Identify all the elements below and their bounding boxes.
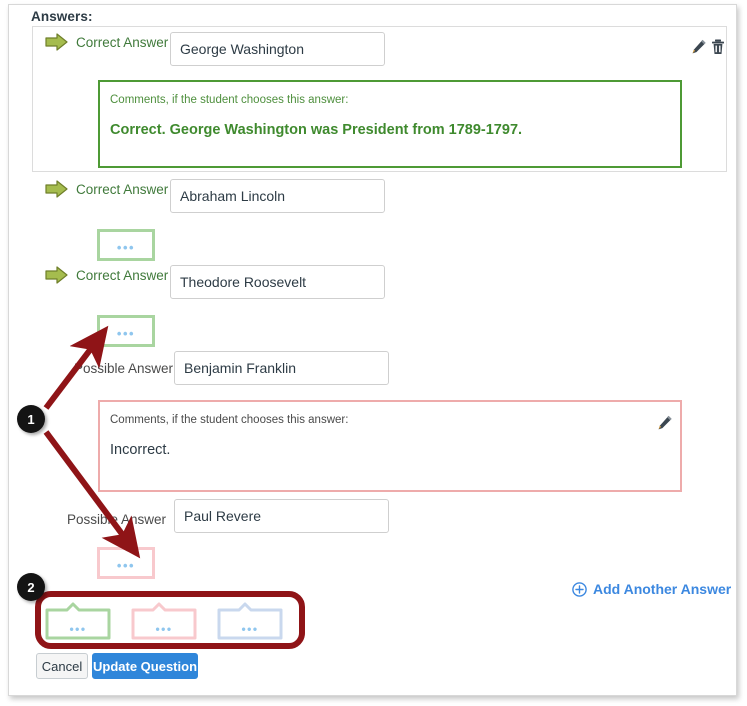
answer-comment-collapsed-2[interactable]: ••• bbox=[97, 229, 155, 261]
legend-bubble-dots: ••• bbox=[155, 622, 173, 636]
annotation-badge-1: 1 bbox=[17, 405, 45, 433]
legend-bubble-neutral[interactable]: ••• bbox=[217, 602, 283, 640]
answers-editor-screenshot: Answers: Correct Answer Comments, if the… bbox=[0, 0, 747, 706]
collapsed-dots: ••• bbox=[116, 325, 136, 341]
answer-text-input-5[interactable] bbox=[174, 499, 389, 533]
answer-label-5: Possible Answer bbox=[67, 512, 167, 527]
annotation-badge-2: 2 bbox=[17, 573, 45, 601]
correct-answer-arrow-icon bbox=[44, 179, 70, 199]
edit-comment-icon-4[interactable] bbox=[656, 414, 674, 432]
answer-label-1: Correct Answer bbox=[76, 34, 169, 50]
answer-comment-box-4[interactable]: Comments, if the student chooses this an… bbox=[98, 400, 682, 492]
answer-row-3: Correct Answer bbox=[44, 265, 168, 285]
answer-text-input-4[interactable] bbox=[174, 351, 389, 385]
delete-answer-icon-1[interactable] bbox=[709, 38, 727, 56]
legend-bubble-dots: ••• bbox=[69, 622, 87, 636]
legend-bubble-dots: ••• bbox=[241, 622, 259, 636]
legend-bubble-incorrect[interactable]: ••• bbox=[131, 602, 197, 640]
answer-row-5: Possible Answer bbox=[67, 512, 166, 527]
answer-label-3: Correct Answer bbox=[76, 267, 169, 283]
answer-label-2: Correct Answer bbox=[76, 181, 169, 197]
add-another-answer-label: Add Another Answer bbox=[593, 581, 732, 597]
cancel-button[interactable]: Cancel bbox=[36, 653, 88, 679]
legend-bubble-correct[interactable]: ••• bbox=[45, 602, 111, 640]
answer-label-4: Possible Answer bbox=[74, 361, 174, 376]
add-another-answer-link[interactable]: Add Another Answer bbox=[572, 581, 731, 597]
collapsed-dots: ••• bbox=[116, 557, 136, 573]
answer-text-input-3[interactable] bbox=[170, 265, 385, 299]
answer-comment-collapsed-3[interactable]: ••• bbox=[97, 315, 155, 347]
answer-row-2: Correct Answer bbox=[44, 179, 168, 199]
answer-row-1: Correct Answer bbox=[44, 32, 168, 52]
answer-text-input-1[interactable] bbox=[170, 32, 385, 66]
plus-circle-icon bbox=[572, 581, 587, 597]
answer-row-4: Possible Answer bbox=[74, 361, 173, 376]
correct-answer-arrow-icon bbox=[44, 265, 70, 285]
collapsed-dots: ••• bbox=[116, 239, 136, 255]
answer-text-input-2[interactable] bbox=[170, 179, 385, 213]
comment-body-1: Correct. George Washington was President… bbox=[110, 122, 523, 138]
comment-prompt-label-1: Comments, if the student chooses this an… bbox=[110, 94, 349, 106]
edit-answer-icon-1[interactable] bbox=[690, 38, 708, 56]
update-question-button[interactable]: Update Question bbox=[92, 653, 198, 679]
answer-comment-collapsed-5[interactable]: ••• bbox=[97, 547, 155, 579]
answer-comment-box-1[interactable]: Comments, if the student chooses this an… bbox=[98, 80, 682, 168]
comment-prompt-label-4: Comments, if the student chooses this an… bbox=[110, 414, 349, 426]
answers-heading: Answers: bbox=[31, 9, 93, 24]
correct-answer-arrow-icon bbox=[44, 32, 70, 52]
comment-body-4: Incorrect. bbox=[110, 442, 171, 458]
